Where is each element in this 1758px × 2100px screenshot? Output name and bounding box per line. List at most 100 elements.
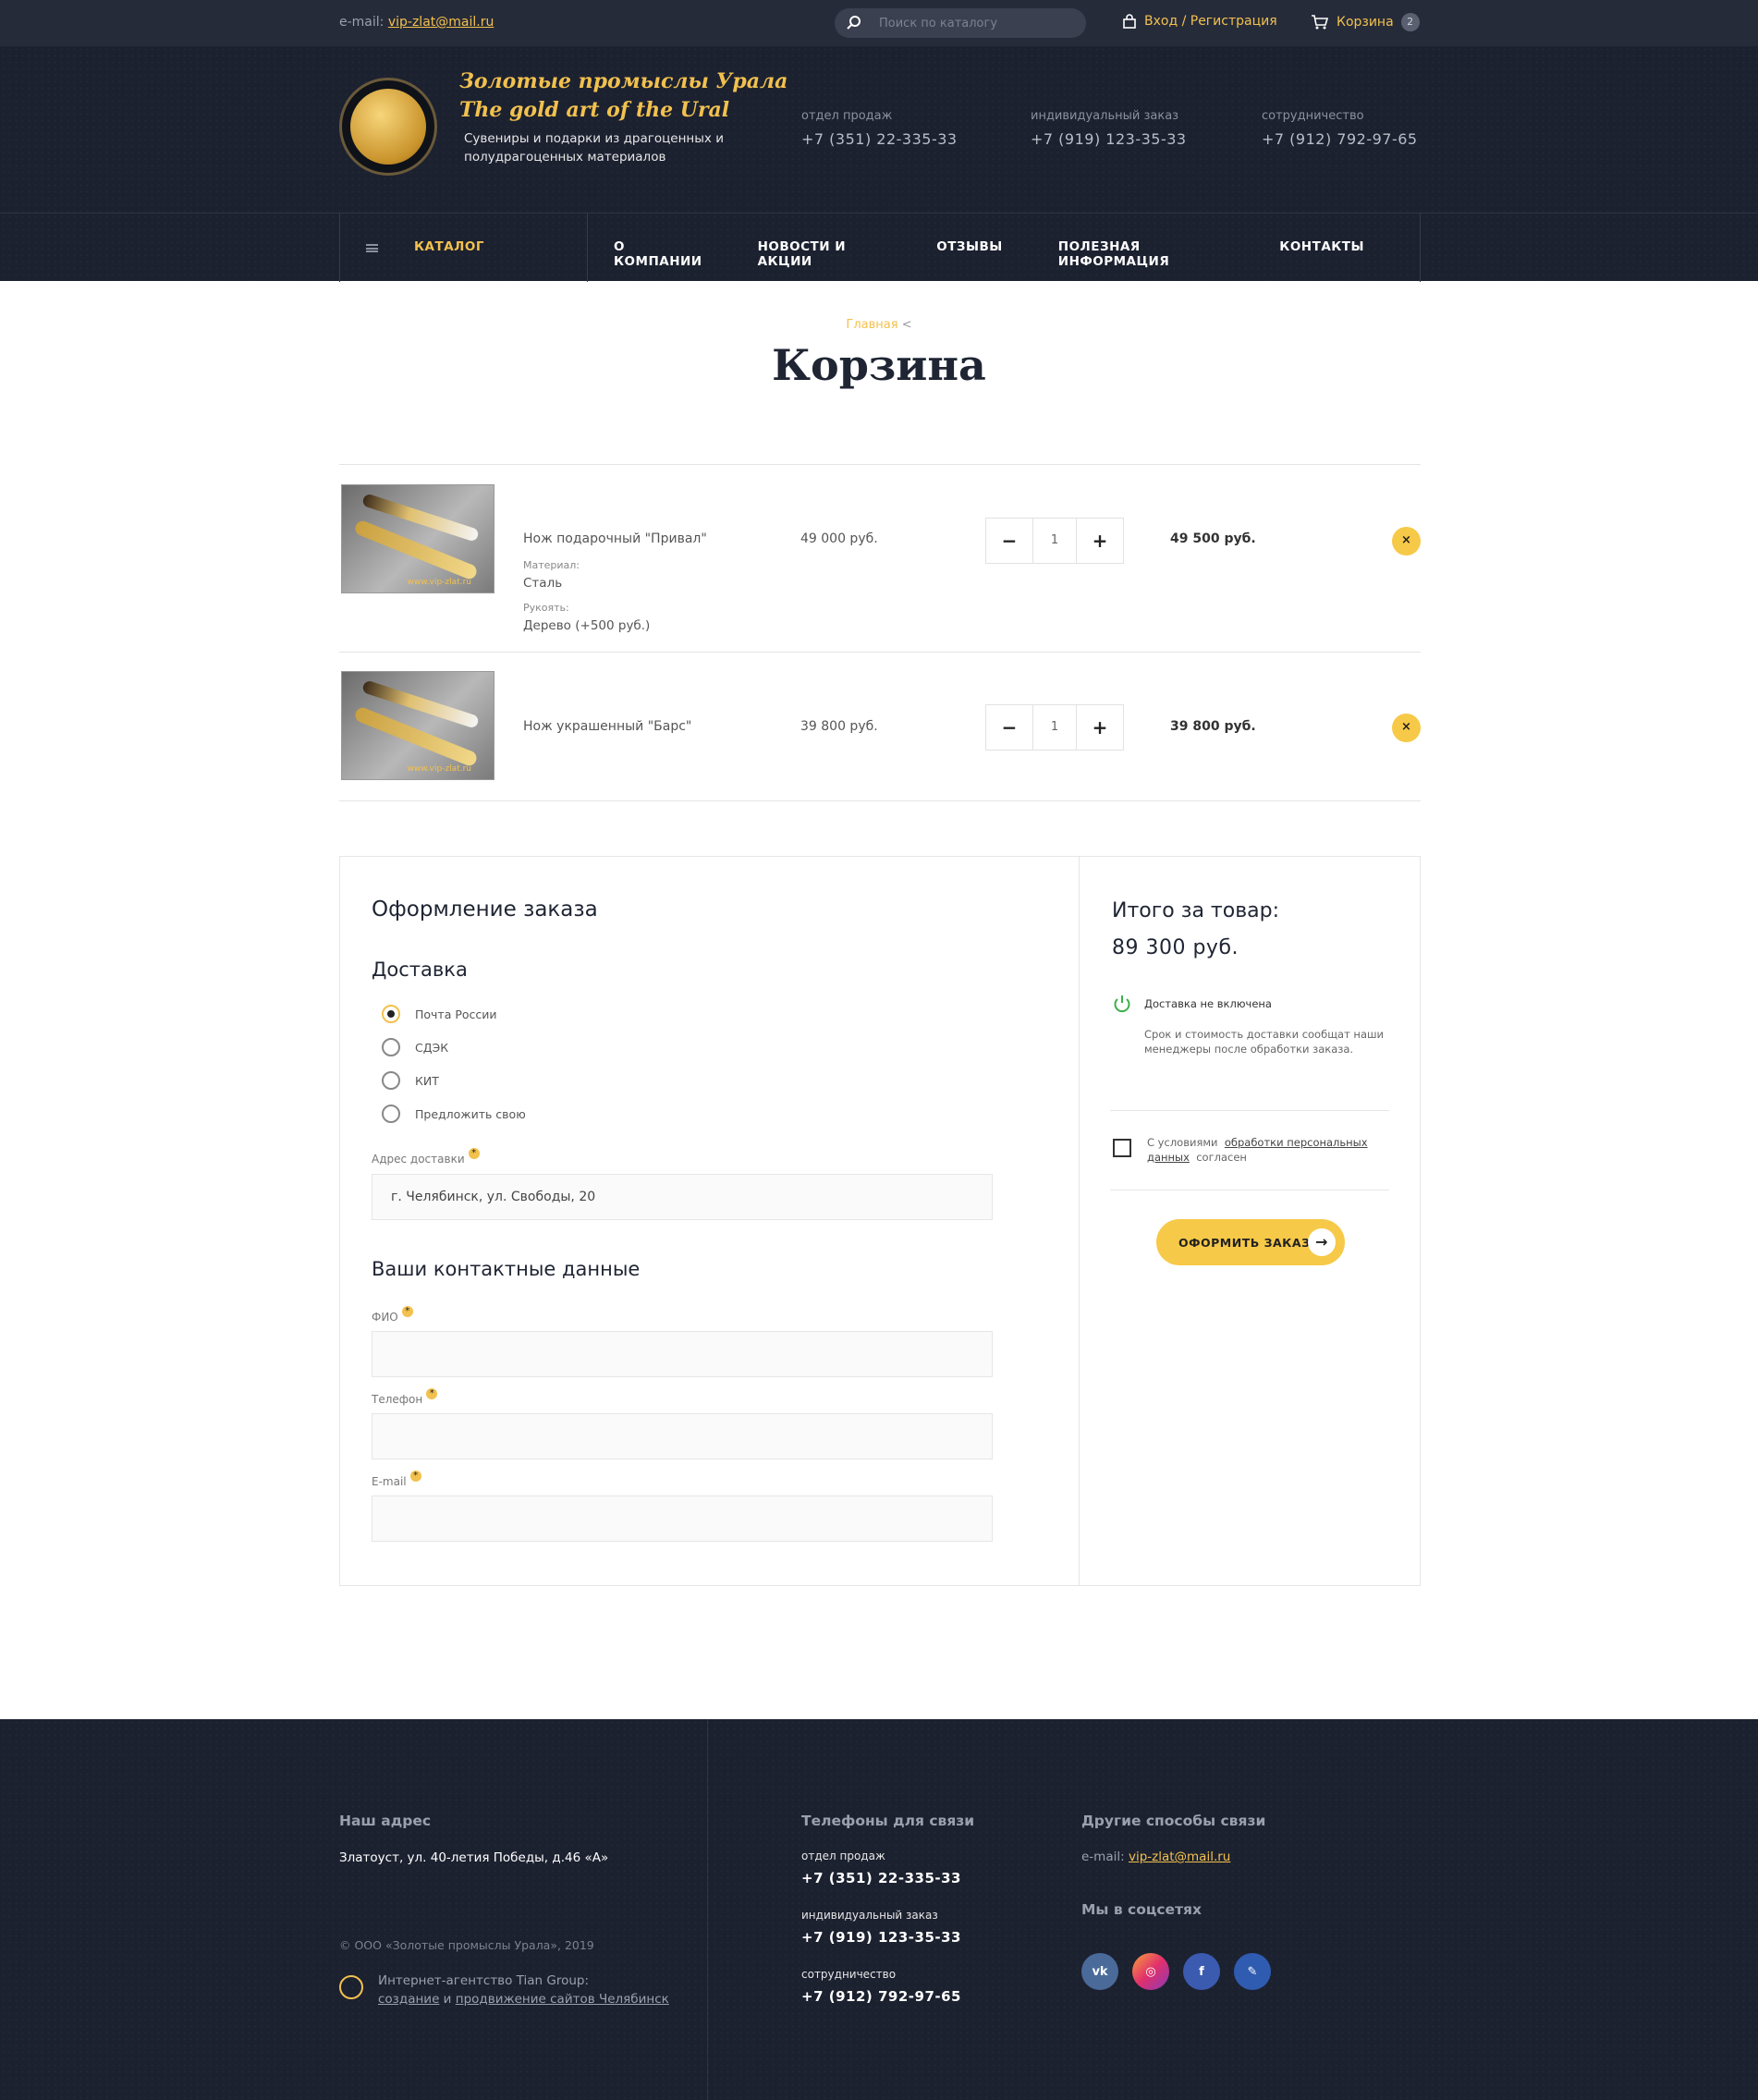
remove-item-button[interactable]: × xyxy=(1392,714,1421,742)
footer-phone[interactable]: +7 (351) 22-335-33 xyxy=(801,1870,961,1886)
footer-other-title: Другие способы связи xyxy=(1081,1813,1266,1829)
attr-value: Дерево (+500 руб.) xyxy=(523,618,651,633)
footer-address: Златоуст, ул. 40-летия Победы, д.46 «А» xyxy=(339,1850,609,1865)
decrement-button[interactable]: − xyxy=(986,519,1032,563)
image-watermark: www.vip-zlat.ru xyxy=(407,578,471,587)
delivery-title: Доставка xyxy=(372,958,468,981)
nav-item-contacts[interactable]: КОНТАКТЫ xyxy=(1279,239,1364,269)
phone-input[interactable] xyxy=(372,1413,993,1459)
radio-button[interactable] xyxy=(382,1071,400,1090)
address-input[interactable] xyxy=(372,1174,993,1220)
agree-text: С условиями обработки персональных данны… xyxy=(1147,1136,1368,1164)
header-phone[interactable]: +7 (351) 22-335-33 xyxy=(801,130,958,148)
product-image[interactable]: www.vip-zlat.ru xyxy=(341,671,494,780)
footer-email-link[interactable]: vip-zlat@mail.ru xyxy=(1129,1850,1230,1864)
search-icon[interactable] xyxy=(846,15,862,31)
facebook-icon[interactable]: f xyxy=(1183,1953,1220,1990)
attr-label: Материал: xyxy=(523,559,580,571)
image-watermark: www.vip-zlat.ru xyxy=(407,764,471,774)
radio-button[interactable] xyxy=(382,1105,400,1123)
line-total: 49 500 руб. xyxy=(1170,531,1256,546)
nav-item-reviews[interactable]: ОТЗЫВЫ xyxy=(936,239,1003,269)
header-phone[interactable]: +7 (919) 123-35-33 xyxy=(1031,130,1187,148)
quantity-value[interactable]: 1 xyxy=(1032,519,1077,563)
decrement-button[interactable]: − xyxy=(986,705,1032,750)
summary-title: Итого за товар: xyxy=(1112,899,1280,922)
radio-button[interactable] xyxy=(382,1038,400,1056)
tagline: Сувениры и подарки из драгоценных и полу… xyxy=(464,131,724,165)
vk-icon[interactable]: vk xyxy=(1081,1953,1118,1990)
place-order-button[interactable]: ОФОРМИТЬ ЗАКАЗ → xyxy=(1156,1219,1345,1265)
required-marker: * xyxy=(468,1148,480,1159)
logo[interactable] xyxy=(339,78,437,176)
agency-logo-icon xyxy=(339,1975,363,1999)
footer-phone-label: сотрудничество xyxy=(801,1968,897,1981)
top-bar: e-mail: vip-zlat@mail.ru Вход / Регистра… xyxy=(0,0,1758,46)
product-image[interactable]: www.vip-zlat.ru xyxy=(341,484,494,593)
power-icon xyxy=(1114,995,1130,1013)
nav-frame: КАТАЛОГ О КОМПАНИИ НОВОСТИ И АКЦИИ ОТЗЫВ… xyxy=(339,214,1421,282)
delivery-option-kit[interactable]: КИТ xyxy=(382,1071,439,1090)
agency-link-promo[interactable]: продвижение сайтов Челябинск xyxy=(456,1992,669,2007)
increment-button[interactable]: + xyxy=(1077,705,1123,750)
quantity-value[interactable]: 1 xyxy=(1032,705,1077,750)
nav-item-about[interactable]: О КОМПАНИИ xyxy=(614,239,702,269)
nav-catalog[interactable]: КАТАЛОГ xyxy=(340,214,588,282)
footer-phone[interactable]: +7 (912) 792-97-65 xyxy=(801,1988,961,2005)
search-input[interactable] xyxy=(879,14,1073,32)
address-label: Адрес доставки * xyxy=(372,1148,480,1166)
lock-icon xyxy=(1123,14,1136,29)
login-link[interactable]: Вход / Регистрация xyxy=(1122,14,1277,29)
site-header: Золотые промыслы Урала The gold art of t… xyxy=(0,46,1758,213)
header-contact-partnership: сотрудничество +7 (912) 792-97-65 xyxy=(1262,109,1418,148)
logo-emblem xyxy=(350,89,426,165)
cart-row: www.vip-zlat.ru Нож подарочный "Привал" … xyxy=(339,464,1421,652)
unit-price: 39 800 руб. xyxy=(800,719,878,734)
required-marker: * xyxy=(426,1388,438,1399)
delivery-note-title: Доставка не включена xyxy=(1144,997,1272,1010)
cart-link[interactable]: Корзина 2 xyxy=(1311,13,1420,31)
line-total: 39 800 руб. xyxy=(1170,719,1256,734)
delivery-option-post[interactable]: Почта России xyxy=(382,1005,497,1023)
fio-input[interactable] xyxy=(372,1331,993,1377)
nav-item-info[interactable]: ПОЛЕЗНАЯ ИНФОРМАЦИЯ xyxy=(1058,239,1225,269)
quantity-stepper: − 1 + xyxy=(985,518,1124,564)
search-box[interactable] xyxy=(835,8,1086,38)
footer-email: e-mail: vip-zlat@mail.ru xyxy=(1081,1850,1231,1864)
footer-phone-label: отдел продаж xyxy=(801,1850,885,1862)
top-email-link[interactable]: vip-zlat@mail.ru xyxy=(388,15,494,30)
main-nav: КАТАЛОГ О КОМПАНИИ НОВОСТИ И АКЦИИ ОТЗЫВ… xyxy=(0,213,1758,282)
delivery-option-cdek[interactable]: СДЭК xyxy=(382,1038,448,1056)
order-title: Оформление заказа xyxy=(372,897,598,922)
quantity-stepper: − 1 + xyxy=(985,704,1124,751)
footer-phone-label: индивидуальный заказ xyxy=(801,1909,938,1922)
agency-title: Интернет-агентство Tian Group: xyxy=(378,1973,590,1988)
summary-total: 89 300 руб. xyxy=(1112,936,1239,959)
nav-menu: О КОМПАНИИ НОВОСТИ И АКЦИИ ОТЗЫВЫ ПОЛЕЗН… xyxy=(614,239,1420,269)
header-phone[interactable]: +7 (912) 792-97-65 xyxy=(1262,130,1418,148)
product-name[interactable]: Нож подарочный "Привал" xyxy=(523,531,707,546)
agency-link-create[interactable]: создание xyxy=(378,1992,439,2007)
footer-phone[interactable]: +7 (919) 123-35-33 xyxy=(801,1929,961,1946)
delivery-option-custom[interactable]: Предложить свою xyxy=(382,1105,526,1123)
footer-social-title: Мы в соцсетях xyxy=(1081,1901,1203,1918)
breadcrumb-home[interactable]: Главная xyxy=(846,318,897,332)
email-label: E-mail * xyxy=(372,1471,421,1489)
attr-label: Рукоять: xyxy=(523,602,569,614)
brand-name-en: The gold art of the Ural xyxy=(459,98,730,122)
remove-item-button[interactable]: × xyxy=(1392,527,1421,556)
header-contact-sales: отдел продаж +7 (351) 22-335-33 xyxy=(801,109,958,148)
footer-phones-title: Телефоны для связи xyxy=(801,1813,975,1829)
paperclip-icon[interactable]: ✎ xyxy=(1234,1953,1271,1990)
instagram-icon[interactable]: ◎ xyxy=(1132,1953,1169,1990)
cart-count-badge: 2 xyxy=(1400,13,1420,31)
radio-button[interactable] xyxy=(382,1005,400,1023)
required-marker: * xyxy=(409,1471,421,1482)
increment-button[interactable]: + xyxy=(1077,519,1123,563)
nav-item-news[interactable]: НОВОСТИ И АКЦИИ xyxy=(758,239,882,269)
product-name[interactable]: Нож украшенный "Барс" xyxy=(523,719,691,734)
brand-name-ru: Золотые промыслы Урала xyxy=(459,69,788,93)
email-input[interactable] xyxy=(372,1496,993,1542)
required-marker: * xyxy=(401,1306,413,1317)
agree-checkbox[interactable] xyxy=(1113,1139,1131,1157)
